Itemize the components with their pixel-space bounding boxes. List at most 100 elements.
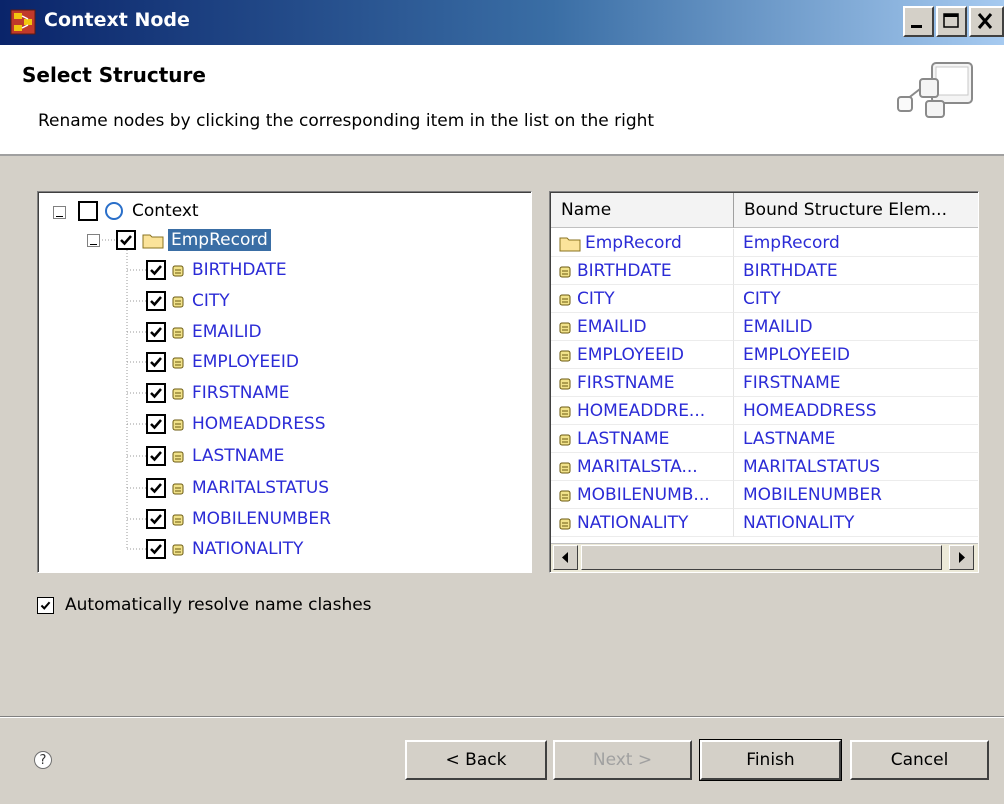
attribute-icon (172, 355, 184, 369)
name-cell[interactable]: CITY (551, 285, 734, 313)
tree-item[interactable]: LASTNAME (146, 442, 284, 470)
collapse-context-toggle[interactable] (53, 206, 66, 219)
name-cell[interactable]: EMAILID (551, 313, 734, 341)
tree-node-emprecord[interactable]: EmpRecord (116, 226, 271, 254)
maximize-icon (943, 13, 959, 28)
tree-item[interactable]: MARITALSTATUS (146, 474, 329, 502)
name-cell[interactable]: HOMEADDRE... (551, 397, 734, 425)
bound-cell: LASTNAME (734, 425, 978, 453)
attribute-icon (559, 432, 571, 446)
checkmark-icon (150, 514, 162, 525)
auto-resolve-option[interactable]: Automatically resolve name clashes (37, 595, 372, 615)
scrollbar-thumb[interactable] (581, 545, 942, 570)
tree-item[interactable]: HOMEADDRESS (146, 410, 326, 438)
table-row[interactable]: MARITALSTA... MARITALSTATUS (551, 453, 978, 481)
checkmark-icon (150, 544, 162, 555)
name-cell[interactable]: NATIONALITY (551, 509, 734, 537)
page-title: Select Structure (22, 63, 206, 87)
checkbox-item[interactable] (146, 291, 166, 311)
attribute-icon (172, 386, 184, 400)
tree-item[interactable]: BIRTHDATE (146, 256, 287, 284)
help-icon[interactable]: ? (34, 751, 52, 769)
cancel-button[interactable]: Cancel (850, 740, 989, 780)
tree-item[interactable]: NATIONALITY (146, 535, 303, 563)
checkbox-item[interactable] (146, 446, 166, 466)
name-cell[interactable]: BIRTHDATE (551, 257, 734, 285)
minimize-button[interactable] (903, 6, 934, 37)
tree-item[interactable]: FIRSTNAME (146, 379, 290, 407)
finish-button[interactable]: Finish (699, 739, 842, 781)
arrow-right-icon (959, 552, 965, 563)
table-row[interactable]: BIRTHDATE BIRTHDATE (551, 257, 978, 285)
table-row[interactable]: NATIONALITY NATIONALITY (551, 509, 978, 537)
attribute-icon (559, 264, 571, 278)
back-button[interactable]: < Back (405, 740, 547, 780)
table-row[interactable]: EMPLOYEEID EMPLOYEEID (551, 341, 978, 369)
next-button[interactable]: Next > (553, 740, 692, 780)
checkbox-item[interactable] (146, 352, 166, 372)
tree-item-label: EMAILID (192, 322, 262, 342)
context-tree[interactable]: Context EmpRecord BIRTHDATE CITY EMAILID… (37, 191, 532, 573)
checkbox-item[interactable] (146, 509, 166, 529)
node-mapping-table[interactable]: Name Bound Structure Elem... EmpRecord E… (549, 191, 979, 573)
tree-item-label: NATIONALITY (192, 539, 304, 559)
name-text: BIRTHDATE (577, 260, 672, 281)
name-text: EMPLOYEEID (577, 344, 684, 365)
name-cell[interactable]: MARITALSTA... (551, 453, 734, 481)
column-header-bound[interactable]: Bound Structure Elem... (734, 193, 978, 228)
checkbox-item[interactable] (146, 478, 166, 498)
name-text: EMAILID (577, 316, 647, 337)
name-text: HOMEADDRE... (577, 400, 706, 421)
arrow-left-icon (562, 552, 568, 563)
checkbox-item[interactable] (146, 383, 166, 403)
name-cell[interactable]: FIRSTNAME (551, 369, 734, 397)
checkmark-icon (40, 601, 51, 610)
bound-cell: CITY (734, 285, 978, 313)
wizard-header: Select Structure Rename nodes by clickin… (0, 45, 1004, 156)
maximize-button[interactable] (936, 6, 967, 37)
scroll-left-button[interactable] (553, 545, 578, 570)
window-title: Context Node (44, 9, 190, 31)
tree-item-label: EMPLOYEEID (192, 352, 299, 372)
table-row[interactable]: EmpRecord EmpRecord (551, 229, 978, 257)
checkbox-item[interactable] (146, 260, 166, 280)
name-cell[interactable]: EmpRecord (551, 229, 734, 257)
table-row[interactable]: MOBILENUMB... MOBILENUMBER (551, 481, 978, 509)
tree-item-label: BIRTHDATE (192, 260, 287, 280)
context-node-app-icon (10, 9, 36, 35)
table-row[interactable]: HOMEADDRE... HOMEADDRESS (551, 397, 978, 425)
attribute-icon (172, 449, 184, 463)
tree-item[interactable]: MOBILENUMBER (146, 505, 331, 533)
close-button[interactable] (969, 6, 1004, 37)
tree-node-context[interactable]: Context (78, 197, 199, 225)
checkbox-item[interactable] (146, 539, 166, 559)
name-text: NATIONALITY (577, 512, 689, 533)
collapse-emprecord-toggle[interactable] (87, 234, 100, 247)
attribute-icon (172, 417, 184, 431)
scroll-right-button[interactable] (949, 545, 974, 570)
name-cell[interactable]: EMPLOYEEID (551, 341, 734, 369)
checkbox-item[interactable] (146, 414, 166, 434)
column-header-name[interactable]: Name (551, 193, 734, 228)
table-row[interactable]: LASTNAME LASTNAME (551, 425, 978, 453)
table-row[interactable]: EMAILID EMAILID (551, 313, 978, 341)
table-row[interactable]: FIRSTNAME FIRSTNAME (551, 369, 978, 397)
checkbox-context[interactable] (78, 201, 98, 221)
tree-item[interactable]: EMPLOYEEID (146, 348, 299, 376)
tree-item[interactable]: CITY (146, 287, 230, 315)
tree-item[interactable]: EMAILID (146, 318, 262, 346)
name-cell[interactable]: LASTNAME (551, 425, 734, 453)
table-row[interactable]: CITY CITY (551, 285, 978, 313)
title-bar[interactable]: Context Node (0, 0, 1004, 45)
bound-cell: BIRTHDATE (734, 257, 978, 285)
bound-cell: MOBILENUMBER (734, 481, 978, 509)
checkbox-emprecord[interactable] (116, 230, 136, 250)
horizontal-scrollbar[interactable] (551, 543, 978, 572)
folder-icon (142, 231, 164, 249)
attribute-icon (559, 348, 571, 362)
auto-resolve-checkbox[interactable] (37, 596, 54, 614)
name-text: EmpRecord (585, 232, 682, 253)
name-cell[interactable]: MOBILENUMB... (551, 481, 734, 509)
checkbox-item[interactable] (146, 322, 166, 342)
folder-icon (559, 234, 581, 252)
